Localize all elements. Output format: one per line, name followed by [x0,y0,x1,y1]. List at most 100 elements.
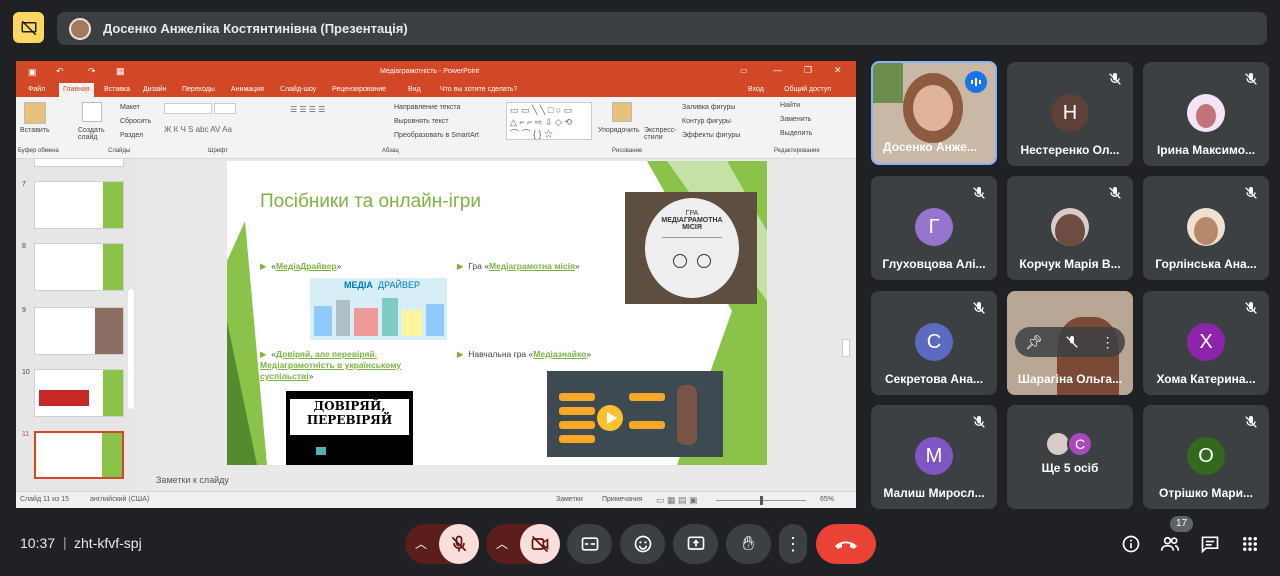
camera-control-group: ︿ [486,524,560,564]
group-clipboard: Буфер обмена [18,148,59,154]
slide-title: Посібники та онлайн-ігри [260,191,481,212]
tab-home: Главная [59,83,94,97]
participant-name: Нестеренко Ол... [1020,143,1120,157]
slide-thumbnail-active[interactable] [34,431,124,479]
tab-design: Дизайн [143,86,167,93]
tab-slideshow: Слайд-шоу [280,86,317,93]
present-screen-icon [687,536,704,550]
mic-off-icon [973,416,985,428]
slide-thumbnail[interactable] [34,243,124,291]
link-media-mission[interactable]: Медіаграмотна місія [489,261,575,271]
participant-tile[interactable]: Н Нестеренко Ол... [1007,62,1133,166]
mic-off-icon [1109,73,1121,85]
apps-grid-icon [1243,537,1257,551]
info-icon [1122,535,1140,553]
chat-button[interactable] [1194,528,1226,560]
notes-toggle: Заметки [556,496,583,503]
more-options-icon[interactable]: ⋮ [1101,334,1115,351]
notes-placeholder[interactable]: Заметки к слайду [156,475,229,485]
bullet-item: ▶ Навчальна гра «Медіазнайко» [457,349,592,359]
reactions-button[interactable] [620,524,665,564]
slide-thumbnail[interactable] [34,369,124,417]
captions-button[interactable] [567,524,612,564]
bullet-suffix: » [308,371,314,381]
avatar [1051,208,1089,246]
camera-options-chevron-icon[interactable]: ︿ [496,535,508,552]
shape-fill: Заливка фигуры [682,104,736,111]
reset-label: Сбросить [120,118,152,125]
game-label: МЕДІАГРАМОТНА [661,217,723,224]
redo-icon: ↷ [88,66,96,76]
current-slide: Посібники та онлайн-ігри ▶ «МедіаДрайвер… [227,161,767,465]
meeting-details-button[interactable] [1115,528,1147,560]
participant-tile[interactable]: Г Глуховцова Алі... [871,176,997,280]
editor-scrollbar[interactable] [842,339,850,357]
presentation-icon[interactable] [13,12,44,43]
tab-animation: Анимация [231,86,264,93]
camera-toggle-button[interactable] [520,524,560,564]
speaking-indicator-icon [965,71,987,93]
activities-button[interactable] [1234,528,1266,560]
mic-control-group: ︿ [405,524,479,564]
pp-tabs: Файл Главная Вставка Дизайн Переходы Ани… [16,83,856,97]
people-icon [1160,536,1180,551]
avatar: М [915,437,953,475]
mic-off-icon [973,187,985,199]
link-mediadriver[interactable]: МедіаДрайвер [276,261,337,271]
participant-tile[interactable]: О Отрішко Мари... [1143,405,1269,509]
mic-options-chevron-icon[interactable]: ︿ [415,535,427,552]
leave-call-button[interactable] [816,524,876,564]
avatar: Н [1051,94,1089,132]
tell-me: Что вы хотите сделать? [440,86,518,93]
arrange-label: Упорядочить [598,127,640,134]
slide-thumbnail[interactable] [34,307,124,355]
pin-icon[interactable]: 📌︎ [1025,334,1043,351]
participant-tile[interactable]: Х Хома Катерина... [1143,291,1269,395]
link-mediaznayko[interactable]: Медіазнайко [533,349,586,359]
thumb-number: 8 [22,243,26,250]
mic-off-icon [451,535,467,552]
quick-styles-label: Экспресс-стили [644,127,677,141]
tile-hover-controls: 📌︎ ⋮ [1015,327,1125,357]
thumbs-scrollbar[interactable] [128,289,134,409]
more-options-button[interactable]: ⋮ [779,524,807,564]
thumb-number: 10 [22,369,30,376]
replace-label: Заменить [780,116,812,123]
window-title: Медіаграмотність - PowerPoint [380,68,480,75]
chat-icon [1201,536,1219,554]
more-participants-tile[interactable]: С Ще 5 осіб [1007,405,1133,509]
bullet-prefix: Гра « [468,261,489,271]
pp-ribbon: Вставить Создать слайд Макет Сбросить Ра… [16,97,856,159]
participant-tile[interactable]: Ірина Максимо... [1143,62,1269,166]
present-button[interactable] [673,524,718,564]
raise-hand-button[interactable]: ✋︎ [726,524,771,564]
thumb-number: 9 [22,307,26,314]
mic-off-icon [1245,73,1257,85]
game-label: МІСІЯ [682,224,702,231]
undo-icon: ↶ [56,66,64,76]
banner-text: ДРАЙВЕР [378,280,420,290]
participant-tile[interactable]: М Малиш Миросл... [871,405,997,509]
tab-file: Файл [28,86,46,93]
mic-toggle-button[interactable] [439,524,479,564]
paste-label: Вставить [20,127,50,134]
slide-thumbnail[interactable] [34,181,124,229]
tab-review: Рецензирование [332,86,387,93]
avatar [1187,94,1225,132]
font-name-field [164,103,212,114]
participant-tile-video[interactable]: 📌︎ ⋮ Шарагіна Ольга... [1007,291,1133,395]
mic-off-icon[interactable] [1064,334,1080,350]
group-editing: Редактирование [774,148,820,154]
link-trust-but-verify[interactable]: Довіряй, але перевіряй. Медіаграмотність… [260,349,401,381]
bullet-suffix: » [574,261,580,271]
tab-view: Вид [408,86,421,93]
people-button[interactable] [1154,528,1186,560]
view-icons: ▭ ▦ ▤ ▣ [656,495,698,505]
participant-tile-video[interactable]: Досенко Анже... [871,61,997,165]
comments-toggle: Примечания [602,496,643,503]
participant-tile[interactable]: Горлінська Ана... [1143,176,1269,280]
mic-off-icon [973,302,985,314]
participant-tile[interactable]: Корчук Марія В... [1007,176,1133,280]
participant-tile[interactable]: С Секретова Ана... [871,291,997,395]
pp-title-bar: ▣ ↶ ↷ ▦ Медіаграмотність - PowerPoint ▭ … [16,61,856,83]
